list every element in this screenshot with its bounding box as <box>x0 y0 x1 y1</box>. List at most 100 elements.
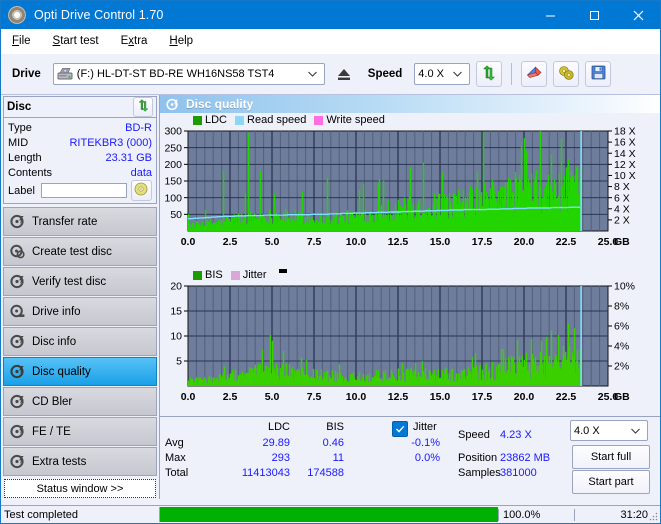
legend-write-speed: Write speed <box>314 114 385 126</box>
speed-select[interactable]: 4.0 X <box>414 63 471 85</box>
speed-value: 4.0 X <box>418 68 444 80</box>
disc-label-button[interactable] <box>130 180 152 201</box>
progress-fill <box>160 507 498 522</box>
menu-help[interactable]: Help <box>167 33 195 49</box>
svg-text:5: 5 <box>176 356 182 368</box>
disc-panel-title: Disc <box>7 101 32 113</box>
toolbar: Drive (F:) HL-DT-ST BD-RE WH16NS58 TST4 <box>1 54 660 95</box>
ldc-avg-value: 29.89 <box>262 437 290 449</box>
content-panel: Disc quality LDC Read speed Write speed <box>159 95 660 499</box>
bis-plot[interactable]: 5 10 15 20 2% 4% 6% 8% 10% 0.0 2.5 5.0 7.5 10.0 12.5 15… <box>160 282 655 420</box>
eject-button[interactable] <box>331 62 357 86</box>
sidebar-item-cd-bler[interactable]: CD Bler <box>3 387 157 416</box>
sidebar-item-label: Disc info <box>32 335 77 348</box>
sidebar-item-disc-info[interactable]: Disc info <box>3 327 157 356</box>
jitter-avg-value: -0.1% <box>411 437 440 449</box>
menu-extra-label: tra <box>134 35 148 47</box>
drive-select[interactable]: (F:) HL-DT-ST BD-RE WH16NS58 TST4 <box>52 63 325 85</box>
sidebar-item-create-test-disc[interactable]: Create test disc <box>3 237 157 266</box>
disc-write-icon <box>10 244 25 259</box>
svg-text:10 X: 10 X <box>614 170 636 182</box>
sidebar-item-label: Disc quality <box>32 365 91 378</box>
refresh-button[interactable] <box>476 61 503 87</box>
legend-read-speed: Read speed <box>235 114 306 126</box>
ldc-chart-legend: LDC Read speed Write speed <box>160 113 660 127</box>
svg-text:6 X: 6 X <box>614 192 630 204</box>
test-speed-select[interactable]: 4.0 X <box>570 420 648 441</box>
sidebar-item-drive-info[interactable]: Drive info <box>3 297 157 326</box>
jitter-max-value: 0.0% <box>414 452 440 464</box>
svg-text:15.0: 15.0 <box>430 391 451 403</box>
svg-text:300: 300 <box>164 127 182 138</box>
svg-text:GB: GB <box>614 391 630 403</box>
row-header-avg: Avg <box>165 437 184 449</box>
ldc-max-value: 293 <box>271 452 290 464</box>
bis-total-value: 174588 <box>307 467 344 479</box>
disc-panel-header: Disc <box>4 97 156 118</box>
sidebar-nav: Transfer rate Create test disc Verify te… <box>1 207 159 477</box>
erase-button[interactable] <box>521 61 548 87</box>
disc-refresh-button[interactable] <box>133 97 153 117</box>
bis-chart-legend: BIS Jitter <box>160 268 660 282</box>
sidebar-item-fe-te[interactable]: FE / TE <box>3 417 157 446</box>
close-button[interactable] <box>616 1 660 29</box>
drive-label: Drive <box>12 68 41 80</box>
sidebar-item-label: Verify test disc <box>32 275 107 288</box>
legend-swatch <box>230 270 240 280</box>
disc-label-row: Label <box>8 180 152 201</box>
svg-text:15.0: 15.0 <box>430 236 451 248</box>
sidebar-item-disc-quality[interactable]: Disc quality <box>3 357 157 386</box>
sidebar-item-verify-test-disc[interactable]: Verify test disc <box>3 267 157 296</box>
svg-text:6%: 6% <box>614 321 629 333</box>
row-header-max: Max <box>165 452 186 464</box>
disc-icon <box>134 182 148 199</box>
svg-text:0.0: 0.0 <box>181 236 196 248</box>
svg-text:7.5: 7.5 <box>307 391 322 403</box>
svg-text:250: 250 <box>164 142 182 154</box>
minimize-button[interactable] <box>528 1 572 29</box>
ldc-plot[interactable]: 50 100 150 200 250 300 2 X4 X6 X8 X10 X12 X14 … <box>160 127 655 265</box>
save-button[interactable] <box>585 61 612 87</box>
title-bar: Opti Drive Control 1.70 <box>1 1 660 29</box>
start-full-button[interactable]: Start full <box>572 445 650 469</box>
position-stat-value: 23862 MB <box>500 452 551 464</box>
legend-swatch <box>314 115 324 125</box>
svg-text:15: 15 <box>170 306 182 318</box>
sidebar-item-extra-tests[interactable]: Extra tests <box>3 447 157 476</box>
menu-start-test[interactable]: Start test <box>51 33 101 49</box>
tools-button[interactable] <box>553 61 580 87</box>
sidebar: Disc Type BD-R MID RITEKBR3 (000) Length… <box>1 95 159 499</box>
disc-extra-icon <box>10 454 25 469</box>
svg-text:12 X: 12 X <box>614 159 636 171</box>
disc-fete-icon <box>10 424 25 439</box>
speed-label: Speed <box>367 68 403 80</box>
svg-text:14 X: 14 X <box>614 148 636 160</box>
disc-row-mid: MID RITEKBR3 (000) <box>8 135 152 150</box>
svg-text:10.0: 10.0 <box>346 391 367 403</box>
app-icon <box>8 6 26 24</box>
status-window-button[interactable]: Status window >> <box>4 479 156 498</box>
sidebar-item-transfer-rate[interactable]: Transfer rate <box>3 207 157 236</box>
save-icon <box>591 65 606 83</box>
jitter-checkbox[interactable] <box>392 421 408 437</box>
drive-value: (F:) HL-DT-ST BD-RE WH16NS58 TST4 <box>76 68 275 80</box>
resize-grip[interactable] <box>648 511 658 521</box>
start-part-button[interactable]: Start part <box>572 470 650 494</box>
svg-text:22.5: 22.5 <box>556 391 577 403</box>
samples-stat-label: Samples <box>458 467 501 479</box>
menu-file[interactable]: File <box>10 33 33 49</box>
window-controls <box>528 1 660 29</box>
disc-row-type-value: BD-R <box>125 121 152 134</box>
disc-row-length: Length 23.31 GB <box>8 150 152 165</box>
disc-row-contents-value: data <box>130 166 152 179</box>
svg-text:22.5: 22.5 <box>556 236 577 248</box>
disc-panel: Disc Type BD-R MID RITEKBR3 (000) Length… <box>3 96 157 204</box>
check-icon <box>395 425 405 433</box>
disc-label-input[interactable] <box>40 183 127 198</box>
disc-row-contents-key: Contents <box>8 166 53 179</box>
maximize-button[interactable] <box>572 1 616 29</box>
menu-extra[interactable]: Extra <box>119 33 150 49</box>
disc-row-mid-value: RITEKBR3 (000) <box>69 136 152 149</box>
svg-text:10%: 10% <box>614 282 635 293</box>
svg-text:18 X: 18 X <box>614 127 636 138</box>
